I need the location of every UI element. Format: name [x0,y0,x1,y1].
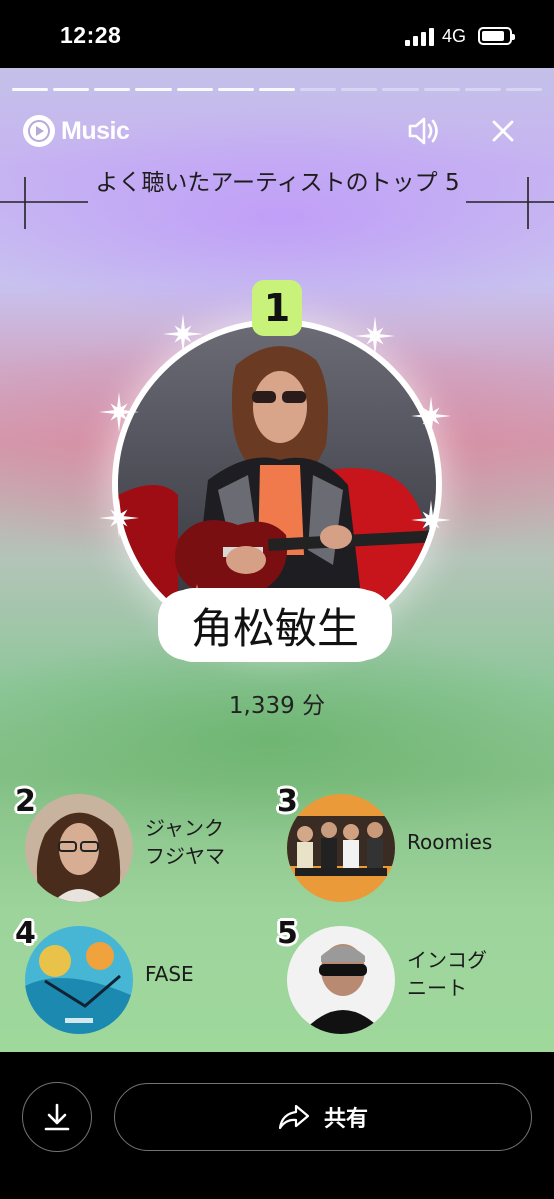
artist-item: 3 Roomies [277,784,547,904]
share-button[interactable]: 共有 [114,1083,532,1151]
sound-button[interactable] [404,112,444,150]
app-name: Music [61,116,130,145]
sparkle-icon [411,500,451,540]
speaker-icon [408,117,438,145]
download-icon [44,1103,70,1131]
rank-number: 5 [277,916,298,951]
share-arrow-icon [278,1104,310,1130]
network-type: 4G [442,26,467,46]
page-title: よく聴いたアーティストのトップ 5 [95,170,460,196]
crosshair-decoration [466,177,554,229]
artist-photo [287,794,395,902]
artist-item: 5 インコグ ニート [277,916,547,1036]
share-label: 共有 [323,1107,368,1132]
sparkle-icon [411,396,451,436]
close-button[interactable] [484,112,522,150]
sparkle-icon [99,498,139,538]
progress-segment [382,88,419,91]
progress-segment [176,88,213,91]
youtube-music-logo: Music [22,113,130,149]
progress-segment [423,88,460,91]
bottom-action-bar: 共有 [0,1052,554,1199]
artist-photo [25,794,133,902]
progress-segment [217,88,254,91]
rank-number: 2 [15,784,36,819]
download-button[interactable] [22,1082,92,1152]
progress-segment [12,88,49,91]
clock: 12:28 [60,22,122,48]
rank-badge: 1 [252,280,302,336]
artist-item: 2 ジャンク フジヤマ [15,784,285,904]
artist-name: Roomies [407,830,493,854]
artist-photo [287,926,395,1034]
progress-segment [53,88,90,91]
crosshair-decoration [0,177,88,229]
sparkle-icon [99,392,139,432]
progress-segment [94,88,131,91]
close-icon [492,120,514,142]
recap-story-card[interactable]: Music よく聴いたアーティストのトップ 5 1 角松敏生 1,339 分 2… [0,68,554,1052]
music-play-icon [23,115,55,147]
sparkle-icon [163,314,203,354]
progress-segment [464,88,501,91]
progress-segment [341,88,378,91]
rank-number: 3 [277,784,298,819]
progress-segment [258,88,296,91]
artist-name: インコグ ニート [407,948,487,1000]
progress-segment [505,88,543,91]
artist-name: FASE [145,962,194,986]
artist-name: ジャンク フジヤマ [145,816,225,868]
status-bar: 12:28 4G [0,0,554,68]
progress-segment [300,88,337,91]
progress-segment [135,88,172,91]
rank-number: 4 [15,916,36,951]
top-artist-name: 角松敏生 [164,588,386,662]
cellular-signal-icon [405,28,435,46]
story-progress-bar [12,88,543,92]
artist-photo [25,926,133,1034]
artist-item: 4 FASE [15,916,285,1036]
sparkle-icon [355,316,395,356]
listening-minutes: 1,339 分 [228,693,326,719]
battery-icon [478,27,515,45]
